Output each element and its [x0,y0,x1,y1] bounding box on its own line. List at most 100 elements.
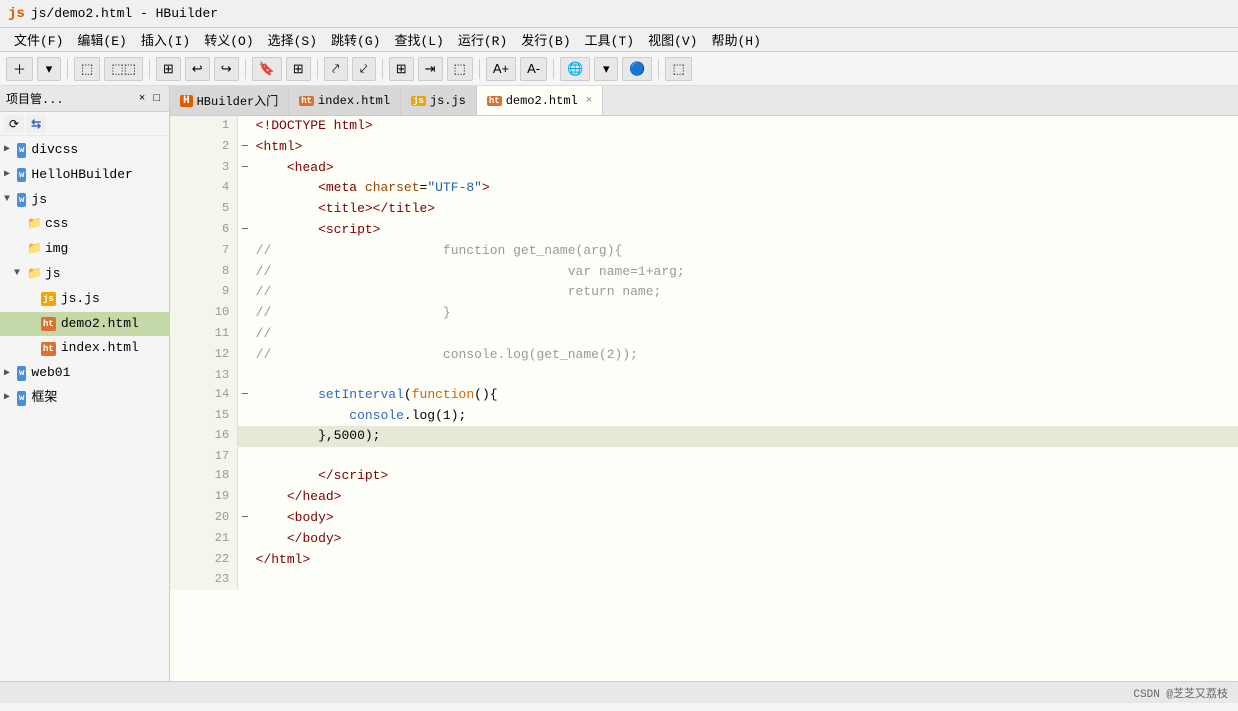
maximize-icon[interactable]: □ [150,92,163,106]
close-btn[interactable]: ⤦ [352,57,376,81]
tab-index-html[interactable]: htindex.html [289,86,401,115]
tree-item-框架[interactable]: ▶w框架 [0,386,169,411]
code-content-1[interactable]: <!DOCTYPE html> [252,116,1238,137]
code-row-8: 8// var name=1+arg; [170,262,1238,283]
fold-indicator-2[interactable]: − [238,137,252,158]
bookmark-nav[interactable]: ⊞ [286,57,311,81]
extra-btn[interactable]: ⬚ [665,57,691,81]
fold-indicator-4 [238,178,252,199]
menu-item[interactable]: 查找(L) [388,28,449,51]
toolbar: ＋ ▾ ⬚ ⬚⬚ ⊞ ↩ ↪ 🔖 ⊞ ⤤ ⤦ ⊞ ⇥ ⬚ A+ A- 🌐 ▾ 🔵… [0,52,1238,86]
anchor-btn[interactable]: ⊞ [389,57,414,81]
project-btn[interactable]: ⊞ [156,57,181,81]
tree-item-index-html[interactable]: htindex.html [0,336,169,361]
minimize-icon[interactable]: × [136,92,149,106]
menu-item[interactable]: 跳转(G) [325,28,386,51]
tree-item-js-js[interactable]: jsjs.js [0,287,169,312]
browser-dropdown[interactable]: ▾ [594,57,618,81]
code-content-16[interactable]: },5000); [252,426,1238,447]
fold-indicator-8 [238,262,252,283]
tree-item-HelloHBuilder[interactable]: ▶wHelloHBuilder [0,163,169,188]
tab-demo2-html[interactable]: htdemo2.html× [477,86,603,116]
line-number-12: 12 [170,345,238,366]
code-content-23[interactable] [252,570,1238,589]
menu-item[interactable]: 插入(I) [135,28,196,51]
save-button[interactable]: ⬚ [74,57,100,81]
fold-indicator-14[interactable]: − [238,385,252,406]
tree-item-label: js [31,190,47,211]
bookmark-button[interactable]: 🔖 [252,57,282,81]
fold-indicator-6[interactable]: − [238,220,252,241]
code-content-3[interactable]: <head> [252,158,1238,179]
save-all-button[interactable]: ⬚⬚ [104,57,143,81]
code-content-14[interactable]: setInterval(function(){ [252,385,1238,406]
code-content-22[interactable]: </html> [252,550,1238,571]
sidebar-panel-icons: × □ [136,92,163,106]
tab-js-js[interactable]: jsjs.js [401,86,477,115]
code-content-17[interactable] [252,447,1238,466]
code-content-15[interactable]: console.log(1); [252,406,1238,427]
menu-item[interactable]: 发行(B) [515,28,576,51]
open-btn[interactable]: ⤤ [324,57,348,81]
menu-item[interactable]: 编辑(E) [71,28,132,51]
w-icon: w [17,366,26,380]
code-content-10[interactable]: // } [252,303,1238,324]
menu-item[interactable]: 帮助(H) [705,28,766,51]
code-content-2[interactable]: <html> [252,137,1238,158]
font-increase[interactable]: A+ [486,57,516,81]
tree-item-js[interactable]: ▼wjs [0,188,169,213]
diff-btn[interactable]: ⬚ [447,57,473,81]
redo-button[interactable]: ↪ [214,57,239,81]
code-content-12[interactable]: // console.log(get_name(2)); [252,345,1238,366]
code-content-7[interactable]: // function get_name(arg){ [252,241,1238,262]
tree-item-divcss[interactable]: ▶wdivcss [0,138,169,163]
toolbar-sep-2 [149,59,150,79]
tab-close-demo2-html[interactable]: × [586,95,593,107]
toolbar-sep-4 [317,59,318,79]
undo-button[interactable]: ↩ [185,57,210,81]
menu-item[interactable]: 文件(F) [8,28,69,51]
tab-hbuilder-intro[interactable]: HHBuilder入门 [170,86,289,115]
code-content-19[interactable]: </head> [252,487,1238,508]
code-content-8[interactable]: // var name=1+arg; [252,262,1238,283]
line-number-19: 19 [170,487,238,508]
tree-item-web01[interactable]: ▶wweb01 [0,361,169,386]
menu-item[interactable]: 视图(V) [642,28,703,51]
tree-item-js[interactable]: ▼📁js [0,262,169,287]
dropdown-button[interactable]: ▾ [37,57,61,81]
tree-item-img[interactable]: 📁img [0,237,169,262]
fold-indicator-3[interactable]: − [238,158,252,179]
code-content-4[interactable]: <meta charset="UTF-8"> [252,178,1238,199]
add-button[interactable]: ＋ [6,57,33,81]
code-content-5[interactable]: <title></title> [252,199,1238,220]
sidebar-sync-btn[interactable]: ⟳ [4,115,24,133]
code-content-11[interactable]: // [252,324,1238,345]
menu-item[interactable]: 运行(R) [452,28,513,51]
code-row-3: 3− <head> [170,158,1238,179]
code-content-20[interactable]: <body> [252,508,1238,529]
main-area: 项目管... × □ ⟳ ⇆ ▶wdivcss▶wHelloHBuilder▼w… [0,86,1238,681]
w-icon: w [17,193,26,207]
menu-item[interactable]: 选择(S) [262,28,323,51]
line-number-20: 20 [170,508,238,529]
code-content-18[interactable]: </script> [252,466,1238,487]
nav-btn[interactable]: ⇥ [418,57,443,81]
code-content-6[interactable]: <script> [252,220,1238,241]
browser-btn[interactable]: 🌐 [560,57,590,81]
code-content-21[interactable]: </body> [252,529,1238,550]
fold-indicator-9 [238,282,252,303]
code-content-9[interactable]: // return name; [252,282,1238,303]
preview-btn[interactable]: 🔵 [622,57,652,81]
sidebar-link-btn[interactable]: ⇆ [26,115,46,133]
menu-item[interactable]: 转义(O) [198,28,259,51]
fold-indicator-20[interactable]: − [238,508,252,529]
toolbar-sep-5 [382,59,383,79]
tree-item-css[interactable]: 📁css [0,212,169,237]
menu-item[interactable]: 工具(T) [579,28,640,51]
code-editor[interactable]: 1<!DOCTYPE html>2−<html>3− <head>4 <meta… [170,116,1238,681]
code-content-13[interactable] [252,366,1238,385]
folder-icon: 📁 [27,265,42,284]
menu-bar: 文件(F)编辑(E)插入(I)转义(O)选择(S)跳转(G)查找(L)运行(R)… [0,28,1238,52]
tree-item-demo2-html[interactable]: htdemo2.html [0,312,169,337]
font-decrease[interactable]: A- [520,57,547,81]
